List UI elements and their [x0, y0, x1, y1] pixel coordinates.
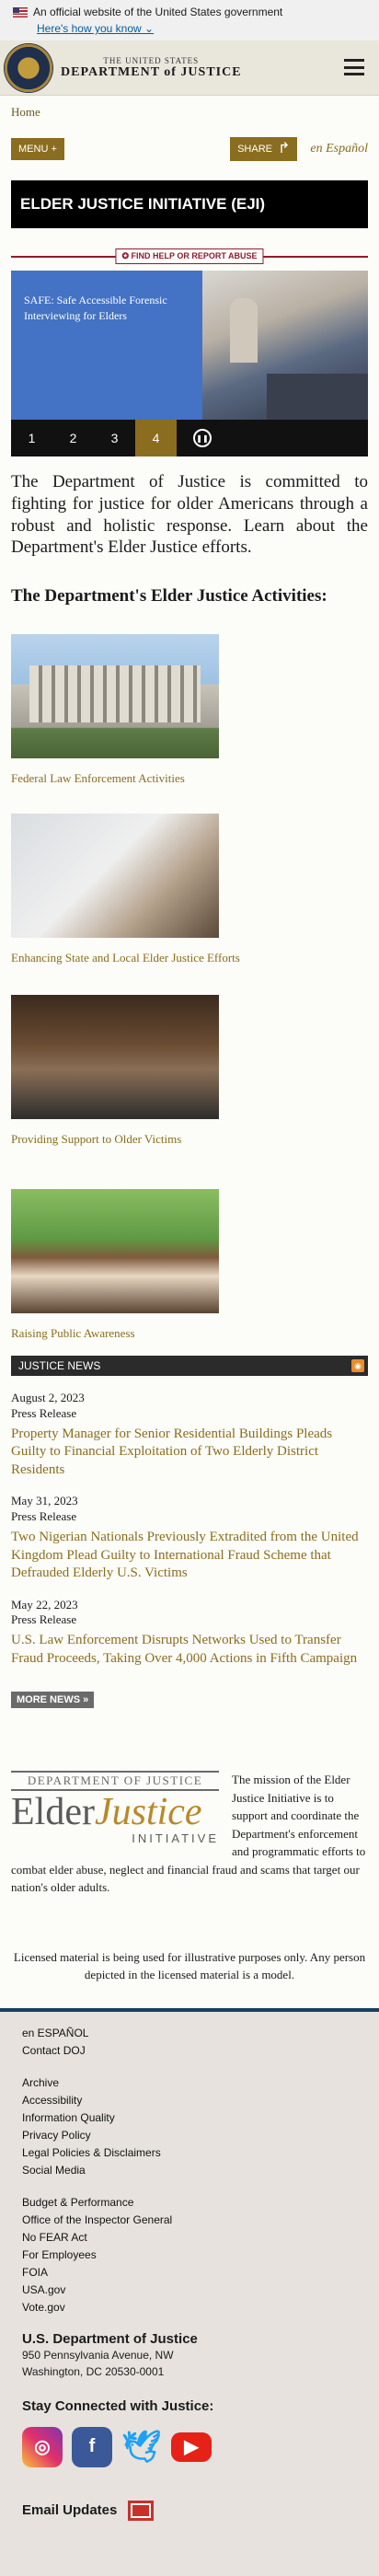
news-headline-link[interactable]: Property Manager for Senior Residential … [11, 1426, 368, 1480]
carousel-slide[interactable]: SAFE: Safe Accessible Forensic Interview… [11, 271, 368, 420]
news-type: Press Release [11, 1405, 77, 1420]
doj-wordmark[interactable]: THE UNITED STATES DEPARTMENT of JUSTICE [61, 56, 242, 80]
help-band: ✪ FIND HELP OR REPORT ABUSE [11, 247, 368, 265]
carousel-dot-1[interactable]: 1 [11, 420, 52, 456]
footer-link[interactable]: Budget & Performance [22, 2194, 357, 2212]
eji-logo: DEPARTMENT OF JUSTICE ElderJustice INITI… [11, 1771, 219, 1845]
stay-connected-heading: Stay Connected with Justice: [22, 2397, 214, 2414]
footer-link[interactable]: FOIA [22, 2264, 357, 2281]
building-photo[interactable] [11, 634, 219, 758]
justice-news-header: JUSTICE NEWS ◉ [11, 1356, 368, 1376]
family-photo[interactable] [11, 1189, 219, 1313]
footer-link[interactable]: Archive [22, 2074, 357, 2092]
footer-links-group-3: Budget & Performance Office of the Inspe… [22, 2194, 357, 2316]
news-headline-link[interactable]: Two Nigerian Nationals Previously Extrad… [11, 1529, 368, 1583]
en-espanol-link[interactable]: en Español [310, 142, 368, 156]
footer-link[interactable]: Information Quality [22, 2109, 357, 2127]
menu-button[interactable]: MENU + [11, 138, 64, 160]
footer-link[interactable]: Office of the Inspector General [22, 2212, 357, 2229]
license-note: Licensed material is being used for illu… [13, 1949, 366, 1982]
carousel-controls: 1 2 3 4 ❚❚ [11, 420, 368, 456]
rss-icon[interactable]: ◉ [351, 1359, 364, 1372]
footer-links-group-2: Archive Accessibility Information Qualit… [22, 2074, 357, 2179]
footer-link[interactable]: Privacy Policy [22, 2127, 357, 2144]
carousel-dot-2[interactable]: 2 [52, 420, 94, 456]
pause-icon[interactable]: ❚❚ [193, 429, 212, 447]
activity-card[interactable]: Providing Support to Older Victims [11, 995, 368, 1147]
activity-card[interactable]: Enhancing State and Local Elder Justice … [11, 814, 368, 965]
gov-banner-text: An official website of the United States… [33, 6, 283, 18]
footer-org-name: U.S. Department of Justice [22, 2330, 198, 2347]
meeting-photo[interactable] [11, 814, 219, 938]
breadcrumb: Home [0, 96, 379, 123]
email-updates-link[interactable]: Email Updates [22, 2500, 357, 2521]
footer-link[interactable]: For Employees [22, 2247, 357, 2264]
footer-address-line: 950 Pennsylvania Avenue, NW [22, 2348, 174, 2362]
activity-card[interactable]: Raising Public Awareness [11, 1189, 368, 1341]
activity-link[interactable]: Enhancing State and Local Elder Justice … [11, 951, 368, 965]
news-type: Press Release [11, 1509, 77, 1524]
more-news-button[interactable]: MORE NEWS » [11, 1692, 95, 1709]
intro-text: The Department of Justice is committed t… [11, 472, 368, 558]
facebook-icon[interactable]: f [72, 2426, 112, 2467]
envelope-icon [128, 2500, 155, 2521]
slide-caption[interactable]: SAFE: Safe Accessible Forensic Interview… [11, 271, 202, 420]
gov-banner: An official website of the United States… [0, 0, 379, 40]
footer-link[interactable]: Contact DOJ [22, 2042, 357, 2060]
footer-links-group-1: en ESPAÑOL Contact DOJ [22, 2025, 357, 2060]
footer-link[interactable]: Accessibility [22, 2092, 357, 2109]
activity-link[interactable]: Federal Law Enforcement Activities [11, 771, 368, 786]
footer-link[interactable]: Social Media [22, 2162, 357, 2179]
footer-link[interactable]: USA.gov [22, 2281, 357, 2299]
slide-photo [202, 271, 368, 420]
us-flag-icon [13, 6, 28, 17]
news-type: Press Release [11, 1612, 77, 1627]
activity-card[interactable]: Federal Law Enforcement Activities [11, 634, 368, 786]
news-date: May 22, 2023 [11, 1597, 78, 1611]
footer-link[interactable]: Vote.gov [22, 2299, 357, 2316]
footer-link[interactable]: No FEAR Act [22, 2229, 357, 2247]
footer-address-line: Washington, DC 20530-0001 [22, 2364, 165, 2378]
eji-mission-block: DEPARTMENT OF JUSTICE ElderJustice INITI… [11, 1771, 368, 1897]
site-header: THE UNITED STATES DEPARTMENT of JUSTICE [0, 40, 379, 96]
youtube-icon[interactable]: ▶ [171, 2432, 212, 2462]
news-item: May 22, 2023 Press Release U.S. Law Enfo… [11, 1598, 368, 1669]
news-headline-link[interactable]: U.S. Law Enforcement Disrupts Networks U… [11, 1632, 368, 1668]
doj-seal-logo[interactable] [4, 42, 53, 93]
courtroom-photo[interactable] [11, 995, 219, 1119]
news-item: August 2, 2023 Press Release Property Ma… [11, 1391, 368, 1479]
page-toolbar: MENU + SHARE ↱ en Español [0, 133, 379, 166]
instagram-icon[interactable]: ◎ [22, 2426, 63, 2467]
footer-link[interactable]: en ESPAÑOL [22, 2025, 357, 2042]
twitter-icon[interactable]: 🕊 [121, 2427, 162, 2467]
chevron-down-icon: ⌄ [144, 22, 155, 35]
carousel-dot-4[interactable]: 4 [135, 420, 177, 456]
activities-heading: The Department's Elder Justice Activitie… [11, 586, 327, 606]
page-title: ELDER JUSTICE INITIATIVE (EJI) [11, 180, 368, 228]
find-help-button[interactable]: ✪ FIND HELP OR REPORT ABUSE [115, 248, 264, 264]
carousel-dot-3[interactable]: 3 [94, 420, 135, 456]
carousel: SAFE: Safe Accessible Forensic Interview… [11, 271, 368, 456]
share-arrow-icon: ↱ [277, 141, 291, 156]
social-links: ◎ f 🕊 ▶ [22, 2426, 357, 2467]
news-item: May 31, 2023 Press Release Two Nigerian … [11, 1494, 368, 1582]
footer-link[interactable]: Legal Policies & Disclaimers [22, 2144, 357, 2162]
news-date: August 2, 2023 [11, 1391, 85, 1404]
news-date: May 31, 2023 [11, 1494, 78, 1508]
breadcrumb-home-link[interactable]: Home [11, 105, 40, 119]
activity-link[interactable]: Providing Support to Older Victims [11, 1132, 368, 1147]
hamburger-menu-icon[interactable] [344, 59, 364, 75]
share-button[interactable]: SHARE ↱ [230, 137, 298, 161]
site-footer: en ESPAÑOL Contact DOJ Archive Accessibi… [0, 2007, 379, 2576]
heres-how-you-know-link[interactable]: Here's how you know ⌄ [37, 22, 379, 35]
activity-link[interactable]: Raising Public Awareness [11, 1326, 368, 1341]
